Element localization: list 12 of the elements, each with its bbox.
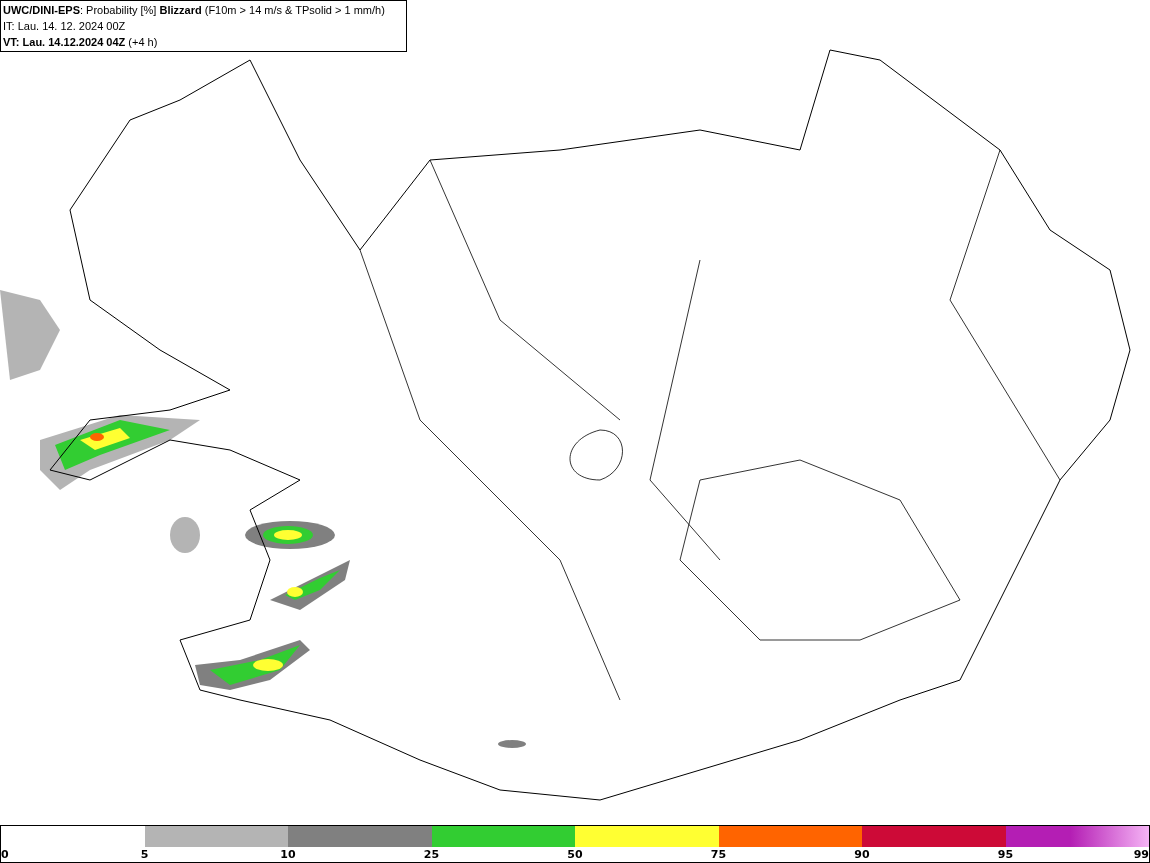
header-text: IT: Lau. 14. 12. 2024 00Z (3, 19, 127, 34)
tick-label: 95 (997, 847, 1014, 863)
header-text: VT: Lau. 14.12.2024 04Z (+4 h) (3, 35, 159, 50)
tick-label: 99 (1133, 847, 1149, 863)
header-text: UWC/DINI-EPS: Probability [%] Blizzard (F10m > 14 m/s & TPsolid > 1 mm/h) (3, 3, 386, 18)
tick-label: 0 (1, 847, 9, 863)
tick-label: 50 (567, 847, 583, 863)
tick-label: 75 (710, 847, 727, 863)
tick-label: 90 (854, 847, 870, 863)
tick-label: 5 (140, 847, 149, 863)
tick-label: 10 (280, 847, 296, 863)
tick-label: 25 (423, 847, 440, 863)
